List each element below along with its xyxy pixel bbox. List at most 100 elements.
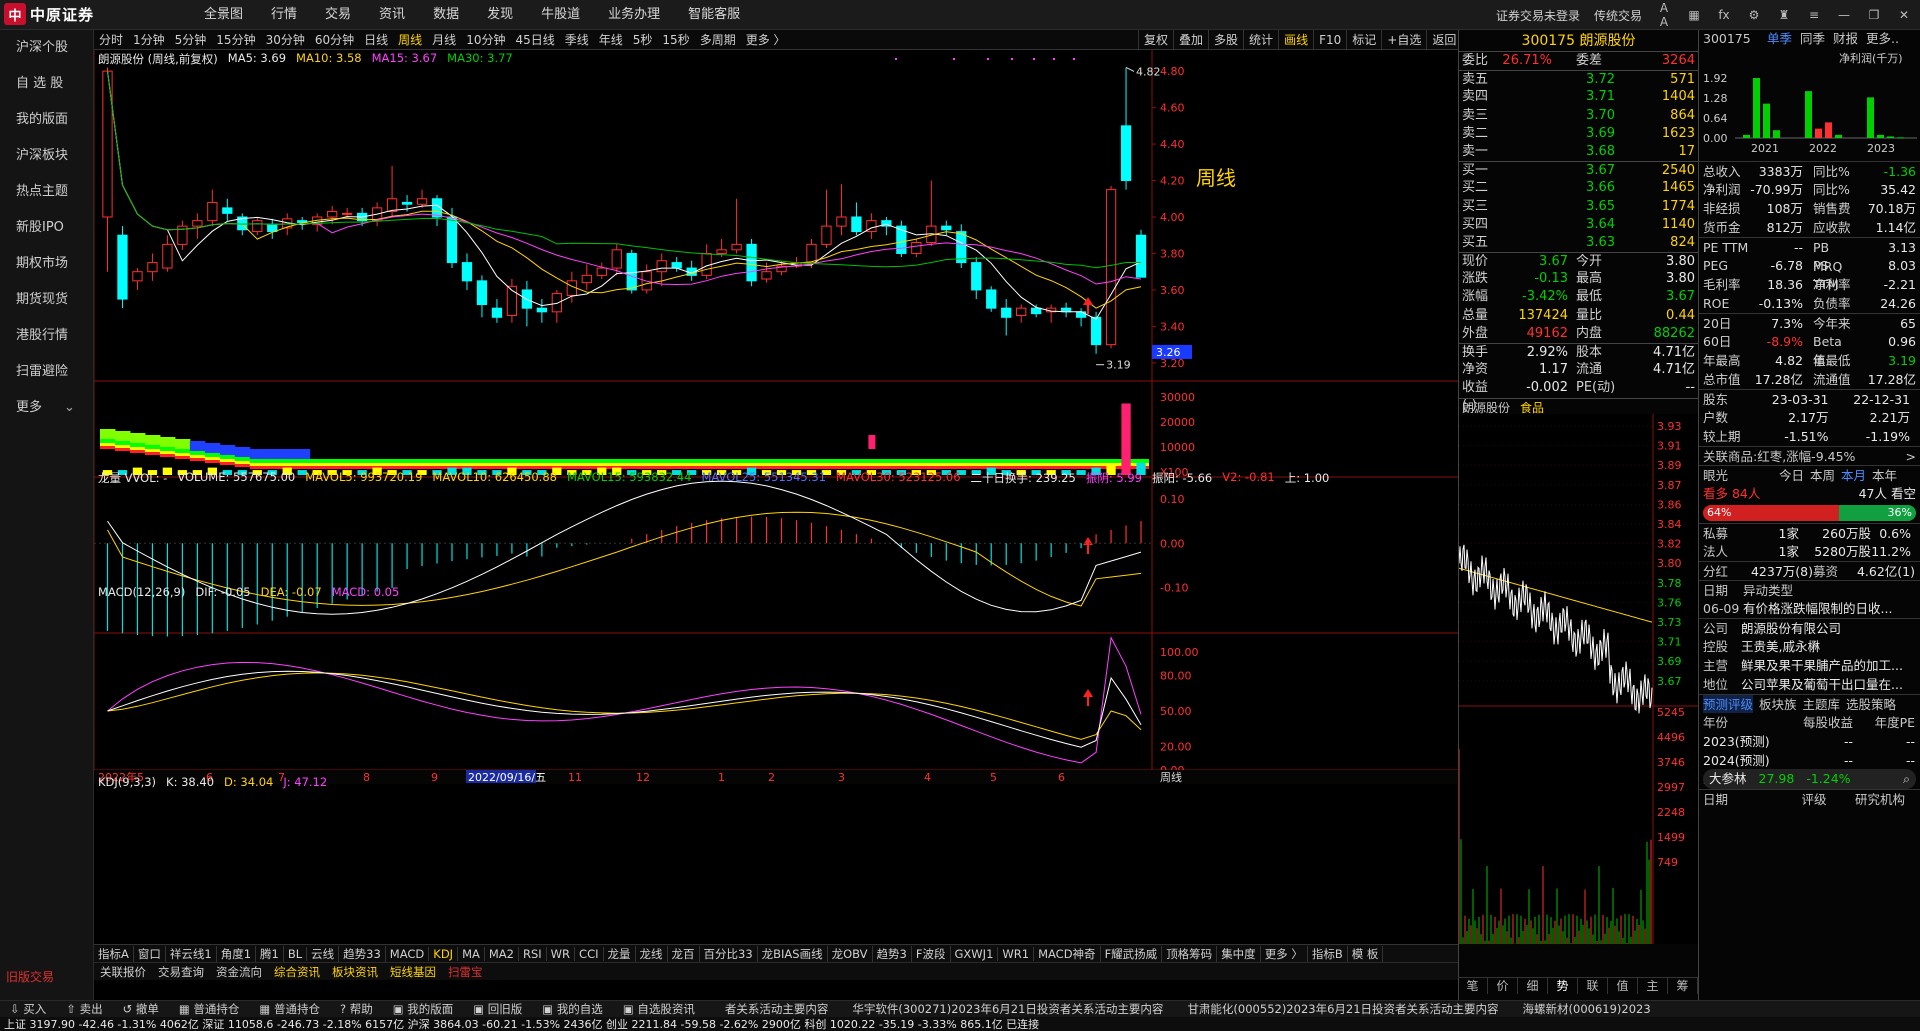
theme-icon[interactable]: ♜ [1776, 8, 1792, 22]
indicator-tab[interactable]: 窗口 [134, 945, 166, 962]
related-commodity[interactable]: 关联商品:红枣,涨幅-9.45% > [1699, 446, 1920, 465]
main-menu-item[interactable]: 全景图 [190, 0, 257, 30]
main-menu-item[interactable]: 发现 [473, 0, 527, 30]
anomaly-row[interactable]: 06-09 有价格涨跌幅限制的日收... [1699, 599, 1920, 618]
trade-login-status[interactable]: 证券交易未登录 [1496, 7, 1580, 24]
indicator-tab[interactable]: CCI [575, 946, 604, 961]
indicator-tab[interactable]: 龙百 [668, 945, 700, 962]
period-tab[interactable]: 60分钟 [310, 31, 359, 48]
sidebar-item[interactable]: 扫雷避险 [0, 354, 93, 390]
buy-button[interactable]: ⇩ 买入 [0, 1001, 56, 1017]
sidebar-item[interactable]: 期权市场 [0, 246, 93, 282]
settings-icon[interactable]: ⚙ [1746, 8, 1762, 22]
sidebar-item[interactable]: 沪深个股 [0, 30, 93, 66]
sidebar-item[interactable]: 热点主题 [0, 174, 93, 210]
indicator-tab[interactable]: 龙量 [604, 945, 636, 962]
period-tab[interactable]: 10分钟 [461, 31, 510, 48]
chart-tool-button[interactable]: +自选 [1381, 30, 1426, 50]
chart-tool-button[interactable]: 多股 [1208, 30, 1243, 50]
forecast-tab[interactable]: 选股策略 [1846, 695, 1896, 713]
old-trade-link[interactable]: 旧版交易 [6, 968, 54, 985]
chart-tool-button[interactable]: 复权 [1138, 30, 1173, 50]
chart-area[interactable]: 4.80 4.60 4.40 4.20 4.00 3.80 3.60 3.40 3.20 3.26… [93, 50, 1458, 944]
indicator-tab[interactable]: 更多 〉 [1261, 945, 1308, 962]
formula-icon[interactable]: fx [1716, 8, 1732, 22]
indicator-tab[interactable]: 云线 [307, 945, 340, 962]
main-menu-item[interactable]: 智能客服 [674, 0, 754, 30]
main-menu-item[interactable]: 交易 [311, 0, 365, 30]
info-tab[interactable]: 关联报价 [94, 964, 152, 980]
close-icon[interactable]: ✕ [1896, 8, 1912, 22]
period-tab[interactable]: 日线 [359, 31, 393, 48]
indicator-tab[interactable]: 腾1 [256, 945, 284, 962]
chart-tool-button[interactable]: 统计 [1243, 30, 1278, 50]
indicator-tab[interactable]: MA2 [485, 946, 519, 961]
chart-tool-button[interactable]: 叠加 [1173, 30, 1208, 50]
quote-bottom-tab[interactable]: 价 [1488, 978, 1518, 994]
news-item[interactable]: 海螺新材(000619)2023 [1523, 1001, 1651, 1017]
eye-option[interactable]: 本周 [1810, 466, 1835, 484]
quote-bottom-tab[interactable]: 势 [1548, 978, 1578, 994]
period-tab[interactable]: 周线 [393, 31, 427, 48]
indicator-tab[interactable]: 趋势3 [873, 945, 912, 962]
quote-bottom-tab[interactable]: 值 [1608, 978, 1638, 994]
my-layout-button[interactable]: ▣ 我的版面 [383, 1001, 464, 1017]
indicator-tab[interactable]: 祥云线1 [166, 945, 217, 962]
indicator-tab[interactable]: 龙BIAS画线 [758, 945, 828, 962]
news-item[interactable]: 甘肃能化(000552)2023年6月21日投资者关系活动主要内容 [1187, 1001, 1498, 1017]
search-icon[interactable]: ⌕ [1903, 769, 1910, 789]
chart-tool-button[interactable]: 标记 [1346, 30, 1381, 50]
sidebar-item[interactable]: 期货现货 [0, 282, 93, 318]
period-tab[interactable]: 季线 [560, 31, 594, 48]
indicator-tab[interactable]: 指标A [94, 945, 134, 962]
quote-bottom-tab[interactable]: 联 [1578, 978, 1608, 994]
forecast-tab[interactable]: 预测评级 [1703, 695, 1754, 713]
indicator-tab[interactable]: F耀武扬威 [1101, 945, 1163, 962]
indicator-tab[interactable]: 龙OBV [828, 945, 873, 962]
info-tab[interactable]: 扫雷宝 [442, 964, 489, 980]
forecast-tab[interactable]: 主题库 [1803, 695, 1841, 713]
period-tab[interactable]: 分时 [94, 31, 128, 48]
sidebar-item[interactable]: 新股IPO [0, 210, 93, 246]
sidebar-item[interactable]: 沪深板块 [0, 138, 93, 174]
indicator-tab[interactable]: 角度1 [217, 945, 257, 962]
app-logo[interactable]: 中 中原证券 [4, 3, 124, 25]
menu-icon[interactable]: ≡ [1806, 8, 1822, 22]
hold1-button[interactable]: ▦ 普通持仓 [169, 1001, 250, 1017]
sidebar-item[interactable]: 更多 ⌄ [0, 390, 93, 426]
main-menu-item[interactable]: 行情 [257, 0, 311, 30]
indicator-tab[interactable]: 顶格筹码 [1162, 945, 1218, 962]
indicator-tab[interactable]: 集中度 [1217, 945, 1261, 962]
sidebar-item[interactable]: 我的版面 [0, 102, 93, 138]
news-item[interactable]: 华宇软件(300271)2023年6月21日投资者关系活动主要内容 [852, 1001, 1163, 1017]
period-tab[interactable]: 1分钟 [128, 31, 170, 48]
sell-button[interactable]: ⇧ 卖出 [56, 1001, 112, 1017]
info-tab[interactable]: 板块资讯 [326, 964, 384, 980]
indicator-tab[interactable]: 指标B [1308, 945, 1348, 962]
cancel-order-button[interactable]: ↺ 撤单 [113, 1001, 169, 1017]
period-tab[interactable]: 15分钟 [211, 31, 260, 48]
kline-chart-svg[interactable]: 4.804.604.404.204.003.803.603.403.203.26… [93, 50, 1458, 944]
my-watch-button[interactable]: ▣ 我的自选 [532, 1001, 613, 1017]
quote-bottom-tab[interactable]: 筹 [1668, 978, 1698, 994]
news-ticker[interactable]: 者关系活动主要内容 华宇软件(300271)2023年6月21日投资者关系活动主要… [725, 1001, 1651, 1017]
fin-tab[interactable]: 财报 [1833, 30, 1858, 48]
period-tab[interactable]: 15秒 [657, 31, 694, 48]
main-menu-item[interactable]: 业务办理 [594, 0, 674, 30]
hold2-button[interactable]: ▦ 普通持仓 [249, 1001, 330, 1017]
chart-tool-button[interactable]: F10 [1313, 30, 1346, 50]
quote-bottom-tab[interactable]: 笔 [1458, 978, 1488, 994]
fin-tab[interactable]: 同季 [1800, 30, 1825, 48]
review-button[interactable]: ▣ 回旧版 [463, 1001, 532, 1017]
info-tab[interactable]: 资金流向 [210, 964, 268, 980]
fin-tab[interactable]: 更多.. [1866, 30, 1899, 48]
indicator-tab[interactable]: GXWJ1 [951, 946, 999, 961]
main-menu-item[interactable]: 牛股道 [527, 0, 594, 30]
indicator-tab[interactable]: 模 板 [1348, 945, 1384, 962]
period-tab[interactable]: 年线 [594, 31, 628, 48]
forecast-tab[interactable]: 板块族 [1759, 695, 1797, 713]
info-tab[interactable]: 交易查询 [152, 964, 210, 980]
ref-stock-bar[interactable]: 大参林 27.98 -1.24% ⌕ [1703, 769, 1916, 789]
indicator-tab[interactable]: RSI [519, 946, 547, 961]
indicator-tab[interactable]: WR [547, 946, 576, 961]
